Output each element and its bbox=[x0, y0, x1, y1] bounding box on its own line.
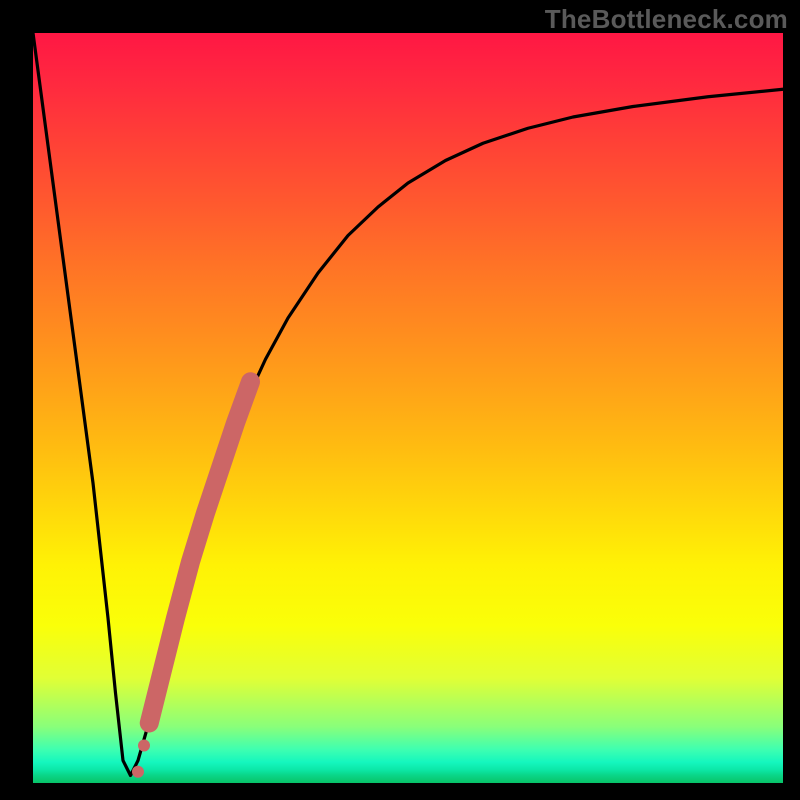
bottleneck-curve bbox=[33, 33, 783, 776]
outer-frame: TheBottleneck.com bbox=[0, 0, 800, 800]
watermark-text: TheBottleneck.com bbox=[545, 4, 788, 35]
highlight-point bbox=[142, 712, 156, 726]
highlighted-segment bbox=[149, 382, 250, 723]
plot-area bbox=[33, 33, 783, 783]
chart-svg bbox=[33, 33, 783, 783]
highlighted-points bbox=[132, 712, 156, 778]
highlight-point bbox=[138, 740, 150, 752]
highlight-point bbox=[132, 766, 144, 778]
